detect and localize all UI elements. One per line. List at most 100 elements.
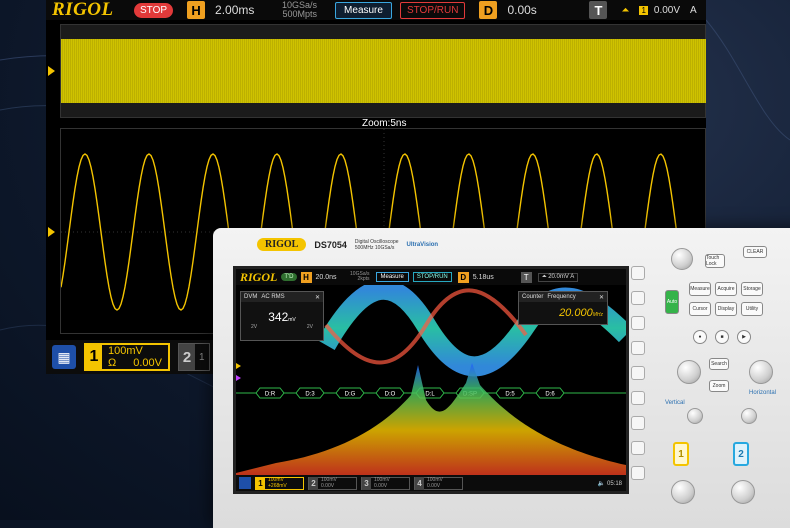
menu-softkey-5[interactable] — [631, 391, 645, 405]
device-trigger-mode: A — [570, 273, 575, 280]
vertical-section-label: Vertical — [665, 400, 685, 406]
touch-lock-button[interactable]: Touch Lock — [705, 254, 725, 268]
bus-label: D:R — [265, 392, 276, 398]
device-channel-3-offset: 0.00V — [374, 483, 388, 489]
device-stop-run-button[interactable]: STOP/RUN — [412, 272, 452, 282]
cursor-key[interactable]: Cursor — [689, 302, 711, 316]
horizontal-scale-knob[interactable] — [749, 360, 773, 384]
device-memory-depth: 2kpts — [357, 276, 370, 282]
menu-softkey-3[interactable] — [631, 341, 645, 355]
device-math-marker — [236, 375, 241, 381]
device-timebase[interactable]: 20.0ns — [316, 274, 346, 281]
position-knob[interactable] — [677, 360, 701, 384]
channel-2-box[interactable]: 2 1 — [178, 343, 210, 371]
trigger-status: T'D — [281, 273, 297, 281]
display-key[interactable]: Display — [715, 302, 737, 316]
speaker-icon[interactable]: 🔈 — [598, 481, 607, 487]
device-delay-key[interactable]: D — [457, 271, 469, 283]
close-icon[interactable]: ✕ — [315, 294, 320, 301]
counter-value: 20.000 — [559, 307, 593, 319]
clear-button[interactable]: CLEAR — [743, 246, 767, 258]
utility-key[interactable]: Utility — [741, 302, 763, 316]
bus-label: D:3 — [305, 392, 315, 398]
device-screen-logo: RIGOL — [240, 269, 278, 284]
counter-header: Counter Frequency ✕ — [519, 292, 607, 302]
channel-2-key[interactable]: 2 — [733, 442, 749, 466]
device-channel-4-values: 100mV 0.00V — [424, 477, 462, 489]
channel-2-number: 2 — [179, 344, 195, 370]
search-button[interactable]: Search — [709, 358, 729, 370]
acquire-key[interactable]: Acquire — [715, 282, 737, 296]
dvm-value: 342 — [268, 310, 289, 324]
home-menu-icon[interactable]: ▦ — [52, 345, 76, 369]
clock: 🔈 05:18 — [598, 480, 622, 487]
overview-waveform-envelope — [61, 39, 706, 103]
ch1-scale-knob[interactable] — [671, 480, 695, 504]
overview-waveform-area[interactable] — [60, 24, 706, 118]
single-key[interactable]: ■ — [715, 330, 729, 344]
device-channel-3[interactable]: 3 100mV 0.00V — [361, 476, 410, 490]
storage-key[interactable]: Storage — [741, 282, 763, 296]
zoom-button[interactable]: Zoom — [709, 380, 729, 392]
menu-softkey-7[interactable] — [631, 441, 645, 455]
channel-1-offset: 0.00V — [133, 357, 162, 369]
ch1-offset-knob[interactable] — [687, 408, 703, 424]
menu-softkey-4[interactable] — [631, 366, 645, 380]
device-home-icon[interactable] — [239, 477, 251, 489]
device-channel-1[interactable]: 1 100mV +268mV — [255, 476, 304, 490]
menu-softkey-8[interactable] — [631, 466, 645, 480]
multipurpose-knob[interactable] — [671, 248, 693, 270]
menu-softkey-1[interactable] — [631, 291, 645, 305]
ch2-offset-knob[interactable] — [741, 408, 757, 424]
counter-unit: MHz — [592, 312, 603, 318]
counter-reading: 20.000MHz — [519, 307, 607, 319]
device-channel-1-number: 1 — [256, 476, 265, 490]
device-logo: RIGOL — [257, 238, 307, 251]
device-ch1-marker — [236, 363, 241, 369]
device-delay[interactable]: 5.18us — [473, 274, 517, 281]
channel-1-box[interactable]: 1 100mV Ω 0.00V — [84, 343, 170, 371]
device-horizontal-key[interactable]: H — [300, 271, 312, 283]
play-key[interactable]: ▶ — [737, 330, 751, 344]
device-trigger-key[interactable]: T — [520, 271, 532, 283]
device-channel-3-values: 100mV 0.00V — [371, 477, 409, 489]
dvm-reading: 342mV — [241, 310, 323, 324]
device-header: RIGOL DS7054 Digital Oscilloscope 500MHz… — [257, 238, 438, 251]
menu-softkey-2[interactable] — [631, 316, 645, 330]
close-icon[interactable]: ✕ — [599, 294, 604, 301]
run-stop-key[interactable]: ● — [693, 330, 707, 344]
device-channel-4[interactable]: 4 100mV 0.00V — [414, 476, 463, 490]
device-channel-4-offset: 0.00V — [427, 483, 441, 489]
device-subtitle-line1: Digital Oscilloscope — [354, 238, 399, 245]
bus-label: D:L — [425, 392, 435, 398]
bus-label: D:O — [385, 392, 396, 398]
channel-1-values: 100mV Ω 0.00V — [102, 345, 168, 369]
dvm-header: DVM AC RMS ✕ — [241, 292, 323, 302]
auto-button[interactable]: Auto — [665, 290, 679, 314]
ch1-offset-marker-lower — [48, 227, 55, 237]
channel-1-scale: 100mV — [108, 345, 143, 357]
clock-time: 05:18 — [606, 480, 622, 487]
dvm-title: DVM — [244, 294, 258, 300]
counter-window[interactable]: Counter Frequency ✕ 20.000MHz — [518, 291, 608, 325]
channel-1-key[interactable]: 1 — [673, 442, 689, 466]
device-trigger-info[interactable]: ⏶ 20.0mV A — [537, 272, 579, 282]
device-trigger-level: 20.0mV — [548, 273, 569, 280]
dvm-unit: mV — [288, 317, 296, 323]
channel-2-scale: 1 — [199, 351, 205, 363]
device-channel-1-offset: +268mV — [268, 483, 287, 489]
device-channel-2[interactable]: 2 100mV 0.00V — [308, 476, 357, 490]
device-screen: RIGOL T'D H 20.0ns 10GSa/s 2kpts Measure… — [233, 266, 629, 494]
counter-mode: Frequency — [547, 294, 576, 300]
power-softkey[interactable] — [631, 266, 645, 280]
ch1-offset-marker-upper — [48, 66, 55, 76]
device-measure-button[interactable]: Measure — [375, 272, 409, 282]
dvm-scale-left: 2V — [251, 324, 258, 330]
ultravision-logo: UltraVision — [406, 241, 439, 248]
measure-key[interactable]: Measure — [689, 282, 711, 296]
device-model: DS7054 — [314, 239, 347, 250]
menu-softkey-6[interactable] — [631, 416, 645, 430]
dvm-window[interactable]: DVM AC RMS ✕ 342mV 2V 2V — [240, 291, 324, 341]
dvm-scale-right: 2V — [306, 324, 313, 330]
ch2-scale-knob[interactable] — [731, 480, 755, 504]
